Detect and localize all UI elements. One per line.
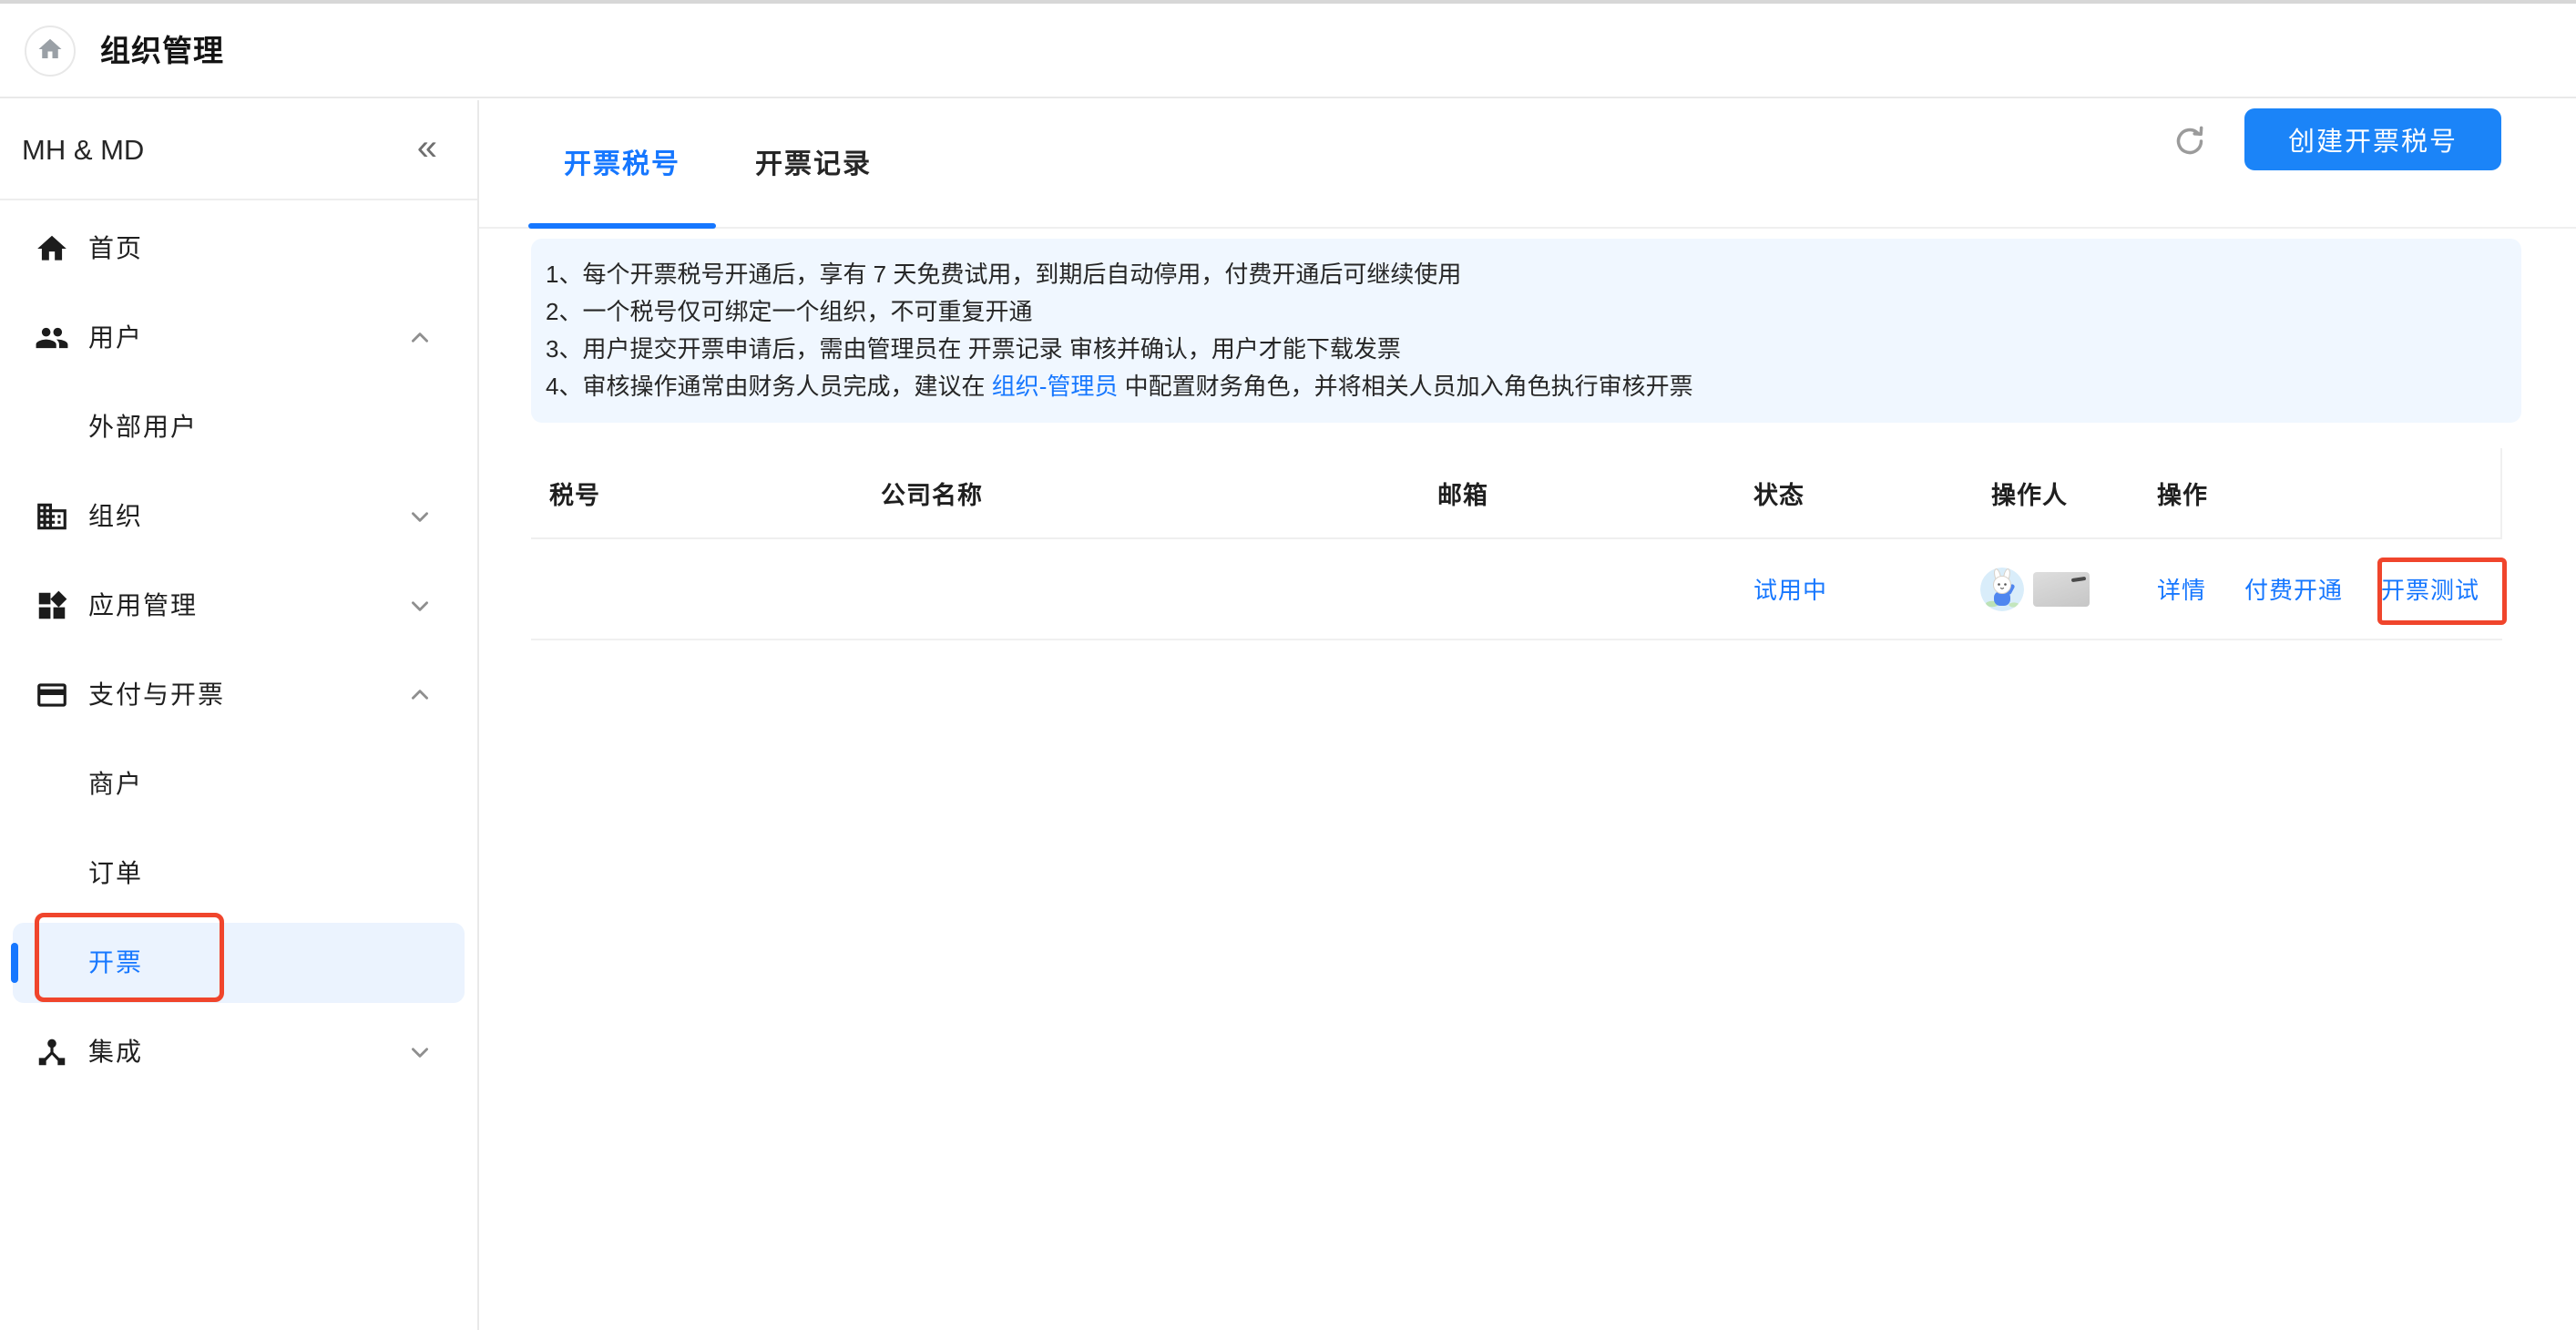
notice-panel: 1、每个开票税号开通后，享有 7 天免费试用，到期后自动停用，付费开通后可继续使…	[531, 239, 2521, 423]
operator-image	[2033, 572, 2090, 607]
sidebar-item-invoicing[interactable]: 开票	[0, 918, 477, 1008]
chevron-up-icon	[408, 683, 432, 707]
page-title: 组织管理	[100, 4, 224, 98]
sidebar-item-label: 支付与开票	[88, 650, 225, 740]
tax-number-table: 税号 公司名称 邮箱 状态 操作人 操作 试用中	[531, 448, 2502, 640]
notice-line-4-text: 4、审核操作通常由财务人员完成，建议在	[546, 373, 992, 400]
chevron-down-icon	[408, 1040, 432, 1064]
sidebar-item-external-users[interactable]: 外部用户	[0, 383, 477, 472]
cell-actions: 详情 付费开通 开票测试	[2157, 572, 2502, 606]
detail-link[interactable]: 详情	[2157, 572, 2206, 606]
users-icon	[35, 321, 69, 355]
sidebar-menu: 首页 用户 外部用户 组织 应用管理 支付与开票 商户	[0, 204, 477, 1097]
chevron-up-icon	[408, 326, 432, 350]
tab-bar: 开票税号 开票记录 创建开票税号	[479, 100, 2576, 229]
refresh-icon	[2172, 148, 2208, 163]
sidebar-item-label: 应用管理	[88, 561, 198, 650]
sidebar-item-orders[interactable]: 订单	[0, 829, 477, 918]
active-item-indicator	[11, 943, 18, 983]
notice-line-2: 2、一个税号仅可绑定一个组织，不可重复开通	[546, 293, 2503, 331]
sidebar-item-payment-invoicing[interactable]: 支付与开票	[0, 650, 477, 740]
sidebar-item-label: 组织	[88, 472, 143, 561]
tab-invoice-records[interactable]: 开票记录	[720, 100, 907, 229]
collapse-sidebar-icon[interactable]: «	[417, 100, 437, 200]
sidebar: MH & MD « 首页 用户 外部用户 组织 应用管理 支付与开票	[0, 100, 479, 1330]
col-header-status: 状态	[1753, 476, 1991, 511]
col-header-company: 公司名称	[881, 476, 1437, 511]
table-header-row: 税号 公司名称 邮箱 状态 操作人 操作	[531, 448, 2502, 539]
notice-line-4: 4、审核操作通常由财务人员完成，建议在 组织-管理员 中配置财务角色，并将相关人…	[546, 368, 2503, 405]
refresh-button[interactable]	[2172, 123, 2208, 159]
notice-line-1: 1、每个开票税号开通后，享有 7 天免费试用，到期后自动停用，付费开通后可继续使…	[546, 256, 2503, 293]
fixed-column-divider	[2500, 448, 2502, 539]
apps-icon	[35, 588, 69, 623]
active-item-highlight	[13, 923, 465, 1003]
tab-invoice-tax-number[interactable]: 开票税号	[528, 100, 716, 229]
paid-activate-link[interactable]: 付费开通	[2244, 572, 2343, 606]
create-tax-number-button[interactable]: 创建开票税号	[2244, 108, 2501, 170]
sidebar-item-label: 开票	[88, 918, 143, 1008]
sidebar-item-label: 用户	[88, 293, 143, 383]
org-admin-link[interactable]: 组织-管理员	[992, 373, 1119, 400]
chevron-down-icon	[408, 505, 432, 528]
status-badge: 试用中	[1753, 572, 1991, 606]
col-header-operator: 操作人	[1991, 476, 2157, 511]
col-header-email: 邮箱	[1437, 476, 1753, 511]
active-tab-underline	[528, 223, 716, 229]
home-button[interactable]	[25, 26, 76, 77]
table-row: 试用中 详情 付费开通	[531, 539, 2502, 640]
sidebar-item-label: 商户	[88, 740, 143, 829]
org-name: MH & MD	[22, 100, 144, 200]
notice-line-3: 3、用户提交开票申请后，需由管理员在 开票记录 审核并确认，用户才能下载发票	[546, 331, 2503, 368]
sidebar-item-users[interactable]: 用户	[0, 293, 477, 383]
home-icon	[35, 231, 69, 266]
sidebar-item-home[interactable]: 首页	[0, 204, 477, 293]
col-header-actions: 操作	[2157, 476, 2502, 511]
operator-avatar	[1980, 568, 2024, 611]
sidebar-item-integration[interactable]: 集成	[0, 1008, 477, 1097]
sidebar-item-label: 首页	[88, 204, 143, 293]
notice-line-4-text: 中配置财务角色，并将相关人员加入角色执行审核开票	[1118, 373, 1692, 400]
col-header-tax-no: 税号	[549, 476, 881, 511]
sidebar-item-label: 外部用户	[88, 383, 198, 472]
sidebar-item-label: 集成	[88, 1008, 143, 1097]
home-icon	[36, 36, 64, 67]
sidebar-item-apps[interactable]: 应用管理	[0, 561, 477, 650]
main-content: 开票税号 开票记录 创建开票税号 1、每个开票税号开通后，享有 7 天免费试用，…	[479, 100, 2576, 1330]
sidebar-item-organization[interactable]: 组织	[0, 472, 477, 561]
invoice-test-link[interactable]: 开票测试	[2381, 572, 2479, 606]
payment-icon	[35, 678, 69, 712]
topbar: 组织管理	[0, 4, 2576, 98]
sidebar-item-merchant[interactable]: 商户	[0, 740, 477, 829]
organization-icon	[35, 499, 69, 534]
sidebar-header: MH & MD «	[0, 100, 477, 200]
sidebar-item-label: 订单	[88, 829, 143, 918]
integration-icon	[35, 1035, 69, 1069]
chevron-down-icon	[408, 594, 432, 618]
cell-operators	[1980, 568, 2157, 611]
